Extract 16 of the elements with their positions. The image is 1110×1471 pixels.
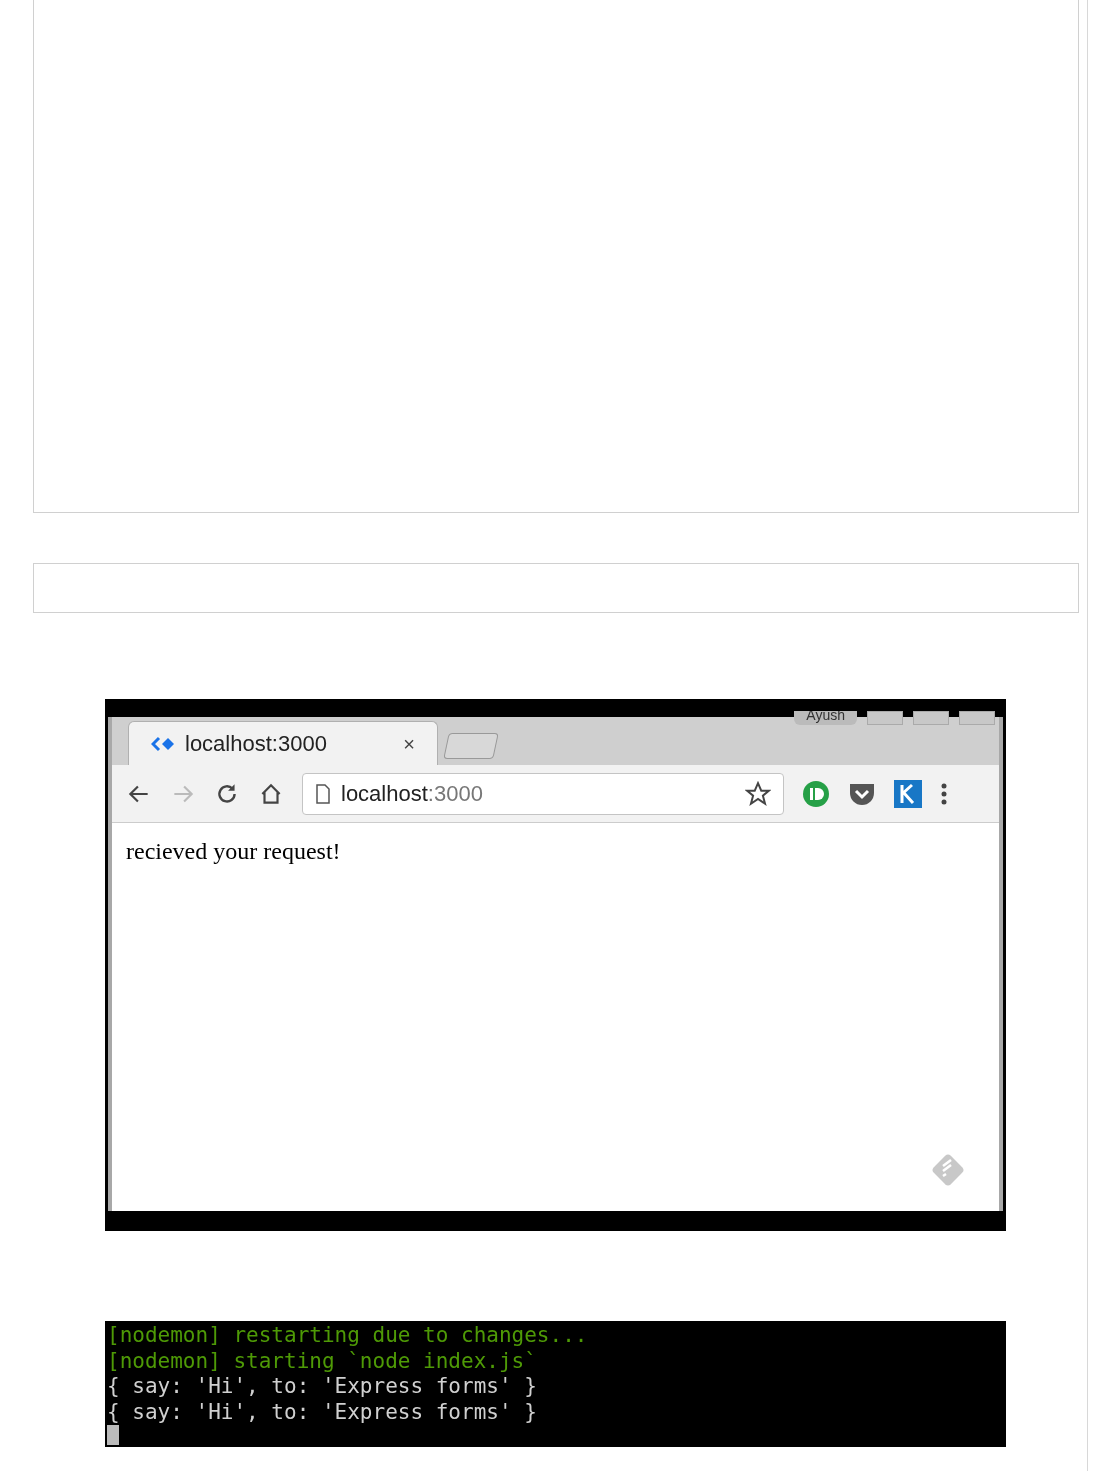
page-text: recieved your request! [126,837,342,866]
browser-tab[interactable]: localhost:3000 × [128,721,438,765]
url-text: localhost:3000 [341,780,484,808]
menu-icon[interactable] [940,781,948,806]
address-bar[interactable]: localhost:3000 [302,772,784,815]
star-icon[interactable] [745,780,771,807]
terminal-line: { say: 'Hi', to: 'Express forms' } [107,1374,538,1400]
tab-close-button[interactable]: × [403,728,415,759]
terminal-line: [nodemon] restarting due to changes... [107,1323,589,1349]
code-icon [151,735,177,752]
k-extension-icon[interactable] [894,779,922,808]
page-icon [315,783,331,804]
extension-icon[interactable] [802,779,830,808]
terminal-line: [nodemon] starting `node index.js` [107,1348,538,1374]
tab-title: localhost:3000 [185,730,328,758]
terminal-line: { say: 'Hi', to: 'Express forms' } [107,1399,538,1425]
